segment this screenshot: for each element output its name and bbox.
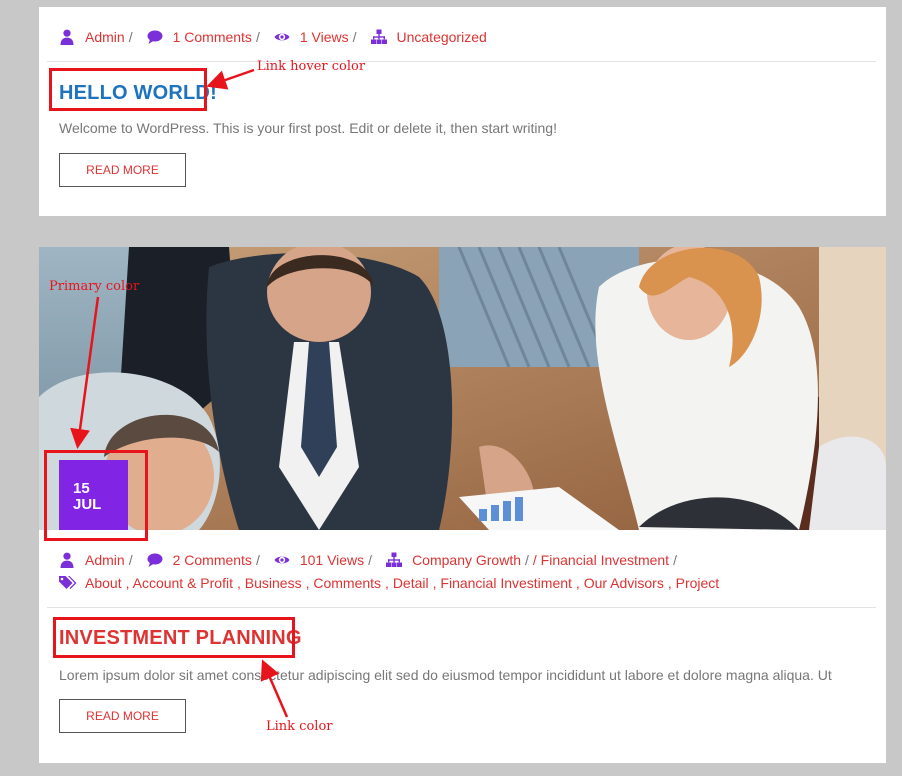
- meta-separator: /: [673, 552, 677, 568]
- tag-link[interactable]: , Account & Profit: [126, 575, 233, 591]
- views-link[interactable]: 101 Views: [300, 552, 364, 568]
- meta-comments[interactable]: 2 Comments /: [147, 552, 274, 568]
- post-card-investment-planning: 15 JUL Admin / 2 Comments / 101 Views /: [39, 247, 886, 763]
- category-link[interactable]: Uncategorized: [397, 29, 487, 45]
- post-title-link[interactable]: HELLO WORLD!: [59, 82, 217, 105]
- annotation-label-link-hover: Link hover color: [257, 59, 366, 74]
- post-featured-image[interactable]: 15 JUL: [39, 247, 886, 530]
- date-month: JUL: [73, 496, 102, 513]
- post-excerpt: Welcome to WordPress. This is your first…: [59, 120, 557, 136]
- read-more-button[interactable]: READ MORE: [59, 153, 186, 187]
- date-day: 15: [73, 480, 90, 497]
- category-link-company-growth[interactable]: Company Growth: [412, 552, 521, 568]
- meeting-photo: [39, 247, 886, 530]
- tag-link[interactable]: , Comments: [306, 575, 381, 591]
- eye-icon: [274, 29, 290, 45]
- meta-views[interactable]: 1 Views /: [274, 29, 371, 45]
- tags-icon: [59, 575, 77, 591]
- post-meta: Admin / 2 Comments / 101 Views / Company…: [59, 550, 691, 570]
- read-more-button[interactable]: READ MORE: [59, 699, 186, 733]
- post-date-badge: 15 JUL: [59, 460, 128, 530]
- meta-separator: /: [255, 29, 260, 45]
- meta-separator: /: [128, 29, 133, 45]
- sitemap-icon: [386, 552, 403, 568]
- comments-link[interactable]: 1 Comments: [173, 29, 252, 45]
- meta-separator: /: [255, 552, 260, 568]
- meta-separator: /: [368, 552, 373, 568]
- meta-views[interactable]: 101 Views /: [274, 552, 386, 568]
- category-link-financial-investment[interactable]: / Financial Investment: [533, 552, 669, 568]
- author-link[interactable]: Admin: [85, 552, 125, 568]
- post-excerpt: Lorem ipsum dolor sit amet consectetur a…: [59, 667, 832, 683]
- user-icon: [59, 552, 75, 568]
- comments-link[interactable]: 2 Comments: [173, 552, 252, 568]
- meta-divider: [47, 607, 876, 608]
- user-icon: [59, 29, 75, 45]
- tag-link[interactable]: , Our Advisors: [576, 575, 664, 591]
- post-title-link[interactable]: INVESTMENT PLANNING: [59, 627, 302, 650]
- comment-icon: [147, 552, 163, 568]
- meta-separator: /: [352, 29, 357, 45]
- meta-category: Company Growth / / Financial Investment …: [386, 552, 691, 568]
- post-card-hello-world: Admin / 1 Comments / 1 Views / Uncategor…: [39, 7, 886, 216]
- tag-link[interactable]: , Financial Investiment: [433, 575, 572, 591]
- post-meta: Admin / 1 Comments / 1 Views / Uncategor…: [59, 27, 487, 47]
- meta-separator: /: [128, 552, 133, 568]
- tag-link[interactable]: About: [85, 575, 122, 591]
- meta-comments[interactable]: 1 Comments /: [147, 29, 274, 45]
- comment-icon: [147, 29, 163, 45]
- meta-author[interactable]: Admin /: [59, 552, 147, 568]
- annotation-label-link: Link color: [266, 719, 333, 734]
- meta-author[interactable]: Admin /: [59, 29, 147, 45]
- eye-icon: [274, 552, 290, 568]
- tag-link[interactable]: , Detail: [385, 575, 429, 591]
- meta-category[interactable]: Uncategorized: [370, 29, 487, 45]
- author-link[interactable]: Admin: [85, 29, 125, 45]
- annotation-label-primary: Primary color: [49, 279, 140, 294]
- meta-separator: /: [525, 552, 529, 568]
- meta-divider: [47, 61, 876, 62]
- views-link[interactable]: 1 Views: [300, 29, 349, 45]
- tag-link[interactable]: , Business: [237, 575, 302, 591]
- sitemap-icon: [370, 29, 387, 45]
- post-tags: About , Account & Profit , Business , Co…: [59, 573, 723, 593]
- tag-link[interactable]: , Project: [668, 575, 719, 591]
